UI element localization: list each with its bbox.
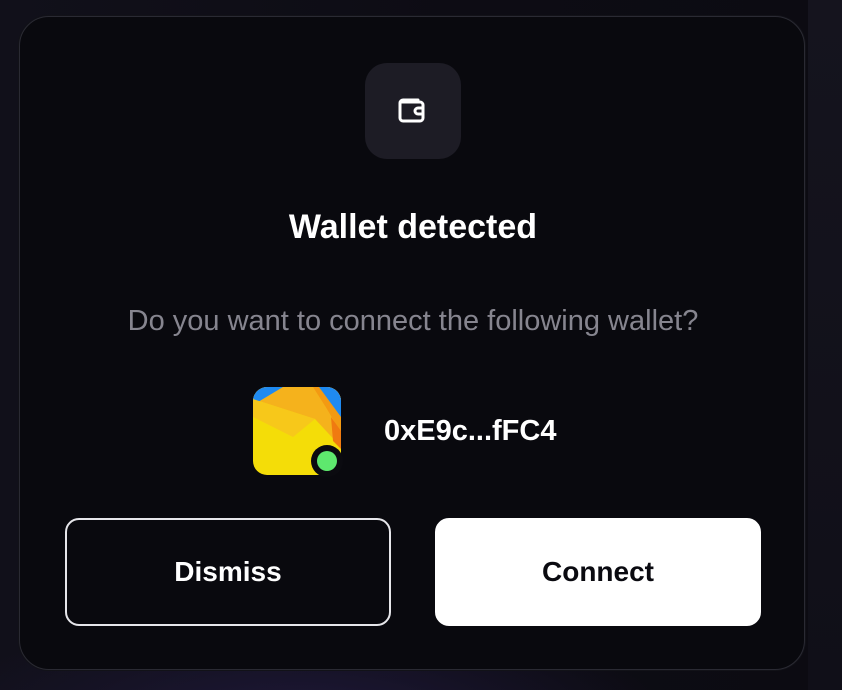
wallet-icon: [398, 98, 425, 123]
dialog-message: Do you want to connect the following wal…: [127, 305, 699, 337]
connection-status-dot: [311, 445, 343, 477]
wallet-address: 0xE9c...fFC4: [384, 415, 557, 447]
connect-button[interactable]: Connect: [435, 518, 761, 626]
dialog-title: Wallet detected: [288, 208, 538, 246]
header-icon-tile: [365, 63, 461, 159]
background-edge: [808, 0, 842, 690]
dismiss-button[interactable]: Dismiss: [65, 518, 391, 626]
wallet-info-row: 0xE9c...fFC4: [253, 387, 653, 477]
wallet-detected-modal: Wallet detected Do you want to connect t…: [19, 16, 805, 670]
